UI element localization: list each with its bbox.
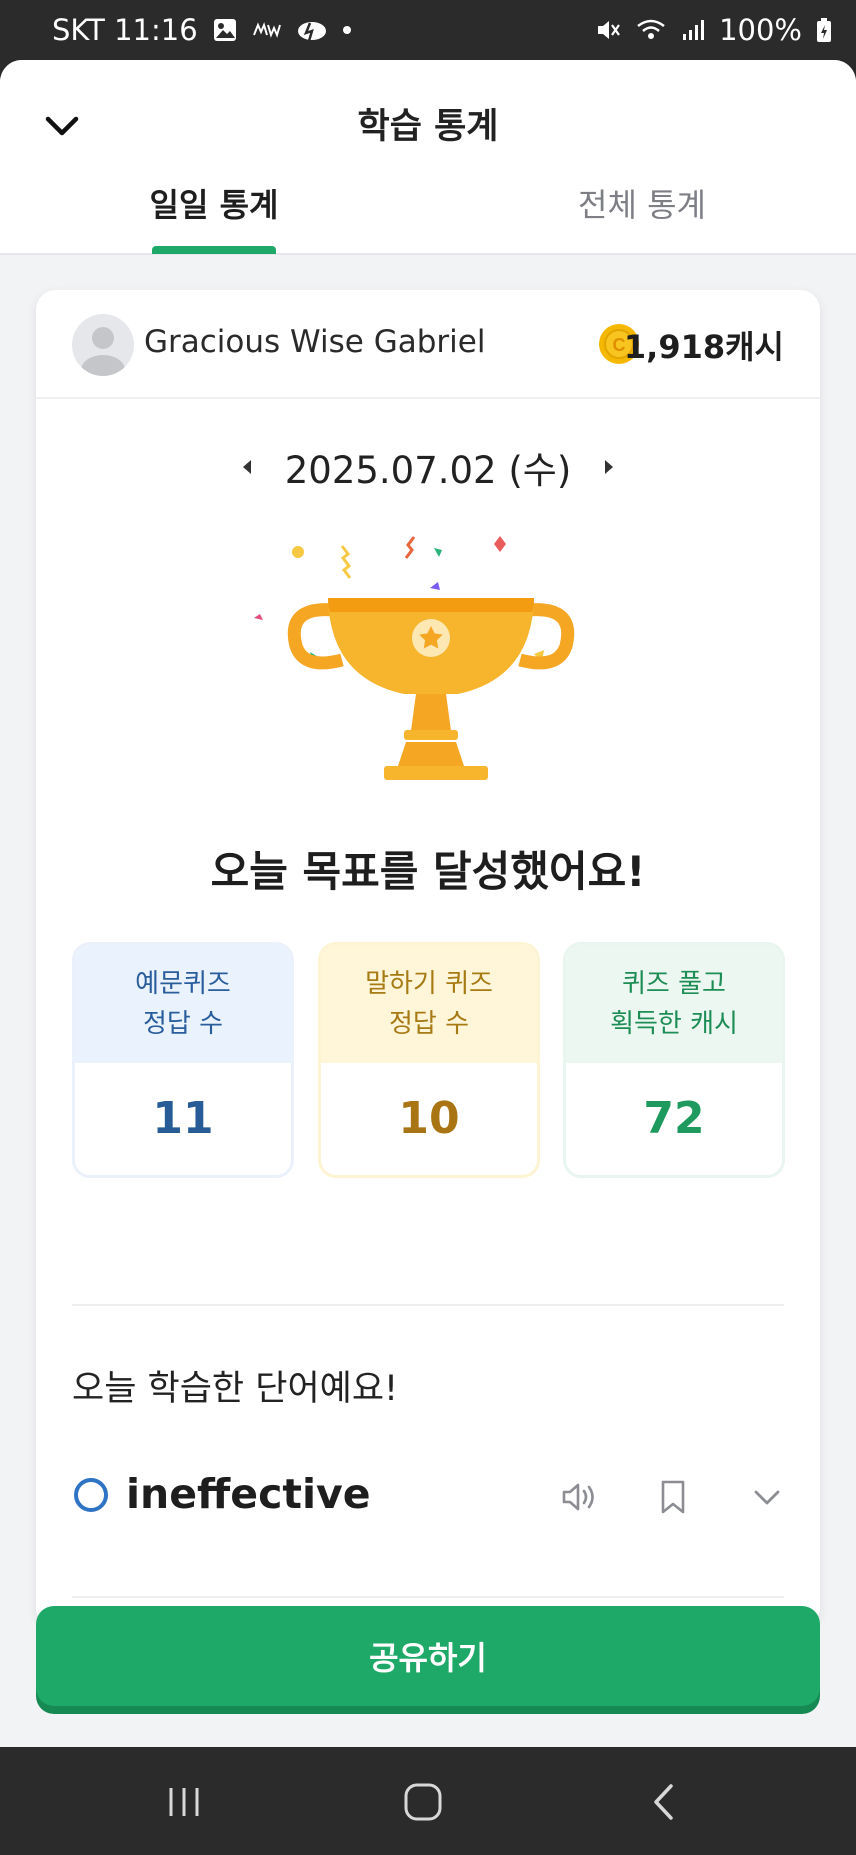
gallery-icon — [212, 17, 238, 43]
word-text: ineffective — [126, 1470, 371, 1518]
word-list-item[interactable]: ineffective — [72, 1456, 784, 1536]
system-nav-bar — [0, 1747, 856, 1855]
example-quiz-stat: 예문퀴즈 정답 수 11 — [72, 942, 294, 1178]
date-text: 2025.07.02 (수) — [284, 449, 572, 492]
trophy-icon — [254, 536, 575, 780]
battery-icon — [816, 17, 832, 43]
stats-card: Gracious Wise Gabriel C 1,918캐시 2025.07.… — [36, 290, 820, 1628]
chevron-down-icon[interactable] — [746, 1476, 788, 1518]
next-date-button[interactable] — [597, 455, 621, 479]
header: 학습 통계 일일 통계 전체 통계 — [0, 60, 856, 255]
recent-apps-icon — [169, 1788, 199, 1816]
goal-achieved-message: 오늘 목표를 달성했어요! — [210, 847, 646, 896]
home-button[interactable] — [393, 1777, 453, 1827]
mute-icon — [595, 17, 621, 43]
stat-label: 말하기 퀴즈 정답 수 — [321, 945, 537, 1063]
mw-app-icon — [252, 20, 282, 40]
learned-words-title: 오늘 학습한 단어예요! — [72, 1369, 399, 1409]
weather-cloud-icon — [296, 17, 328, 43]
divider — [72, 1596, 784, 1598]
status-right: 100% — [595, 13, 832, 47]
caret-right-icon — [605, 460, 614, 474]
stat-value: 72 — [643, 1093, 705, 1144]
recent-apps-button[interactable] — [154, 1777, 214, 1827]
carrier-time: SKT 11:16 — [52, 13, 198, 47]
status-left: SKT 11:16 — [52, 13, 352, 47]
wifi-icon — [635, 17, 667, 43]
home-icon — [404, 1783, 442, 1821]
user-icon — [81, 327, 125, 376]
active-tab-indicator — [152, 246, 276, 254]
cash-amount: 1,918캐시 — [623, 328, 784, 366]
stats-screen: 학습 통계 일일 통계 전체 통계 Gracious Wise Gabriel … — [0, 60, 856, 1747]
stat-value: 10 — [398, 1093, 460, 1144]
back-arrow-icon — [654, 1784, 673, 1820]
share-button[interactable]: 공유하기 — [36, 1606, 820, 1706]
avatar — [72, 314, 134, 376]
speaker-icon[interactable] — [558, 1476, 600, 1518]
correct-circle-icon — [74, 1478, 108, 1512]
speaking-quiz-stat: 말하기 퀴즈 정답 수 10 — [318, 942, 540, 1178]
profile-row: Gracious Wise Gabriel C 1,918캐시 — [36, 290, 820, 399]
stat-label: 예문퀴즈 정답 수 — [75, 945, 291, 1063]
prev-date-button[interactable] — [235, 455, 259, 479]
page-title: 학습 통계 — [357, 107, 499, 147]
dot-icon — [342, 25, 352, 35]
earned-cash-stat: 퀴즈 풀고 획득한 캐시 72 — [563, 942, 785, 1178]
divider — [72, 1304, 784, 1306]
stat-value: 11 — [152, 1093, 214, 1144]
bookmark-icon[interactable] — [652, 1476, 694, 1518]
date-selector: 2025.07.02 (수) — [36, 442, 820, 492]
status-bar: SKT 11:16 100% — [0, 0, 856, 60]
user-name: Gracious Wise Gabriel — [144, 324, 486, 360]
back-button[interactable] — [634, 1777, 694, 1827]
caret-left-icon — [242, 460, 251, 474]
stat-label: 퀴즈 풀고 획득한 캐시 — [566, 945, 782, 1063]
tab-daily-stats[interactable]: 일일 통계 — [0, 180, 428, 255]
signal-icon — [681, 18, 705, 42]
tab-total-stats[interactable]: 전체 통계 — [428, 180, 856, 255]
battery-text: 100% — [719, 13, 802, 47]
